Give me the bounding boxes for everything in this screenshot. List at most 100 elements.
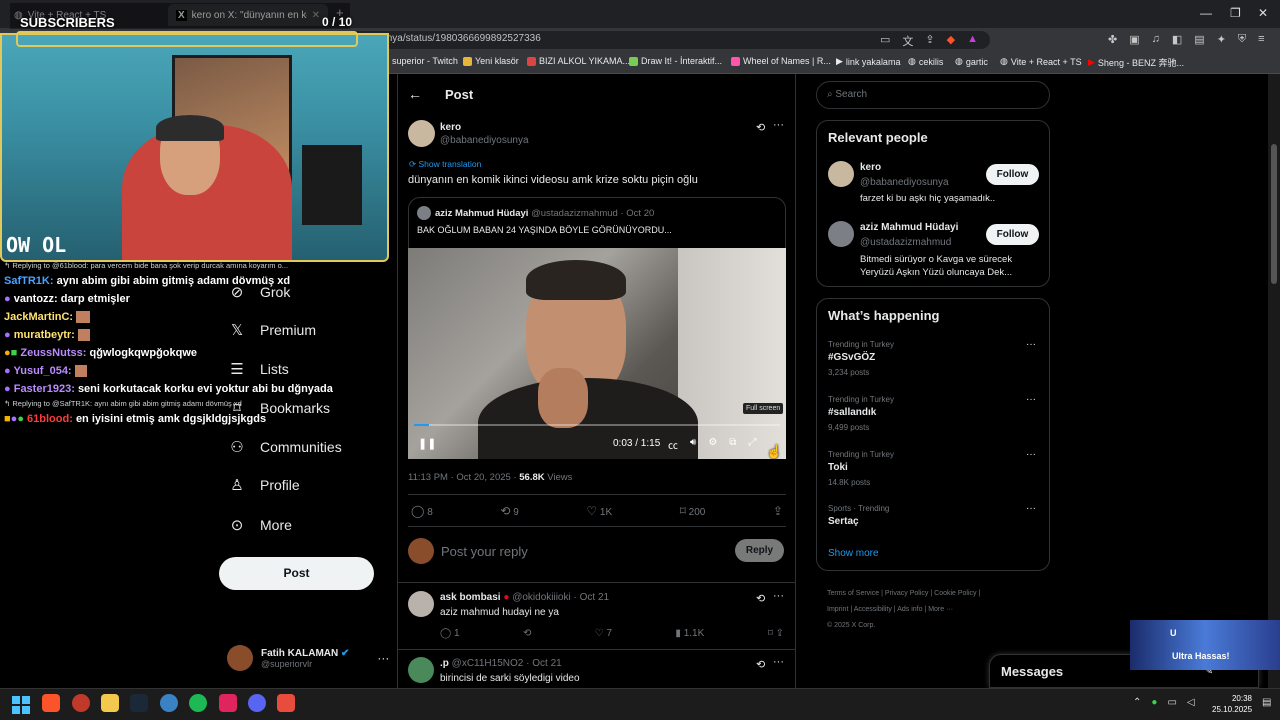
trend-more-icon[interactable]: ···	[1026, 503, 1036, 514]
discord-icon[interactable]	[248, 694, 266, 712]
maximize-icon[interactable]: ❐	[1230, 6, 1241, 20]
trend-item[interactable]: Sports · Trending Sertaç	[828, 504, 889, 527]
maps-pin-icon[interactable]	[72, 694, 90, 712]
brave-icon[interactable]	[42, 694, 60, 712]
minimize-icon[interactable]: —	[1200, 6, 1212, 20]
footer-link[interactable]: Terms of Service	[827, 590, 879, 597]
share-icon[interactable]: ⇪	[776, 628, 784, 639]
page-scrollbar[interactable]	[1268, 74, 1280, 688]
app-icon[interactable]	[219, 694, 237, 712]
bookmark-item[interactable]: superior - Twitch	[392, 56, 458, 66]
reply-more-icon[interactable]: ···	[773, 656, 784, 668]
person-name[interactable]: kero	[860, 162, 881, 173]
post-more-icon[interactable]: ···	[773, 119, 784, 131]
leo-icon[interactable]: ✦	[1217, 33, 1226, 46]
bookmark-item[interactable]: ◍ gartic	[955, 56, 988, 67]
translate-icon[interactable]: 文	[902, 33, 913, 49]
footer-link[interactable]: More ···	[928, 606, 953, 613]
spotify-icon[interactable]	[189, 694, 207, 712]
follow-button[interactable]: Follow	[986, 164, 1039, 185]
reply-author-name[interactable]: .p	[440, 658, 449, 669]
sidebar-icon[interactable]: ◧	[1172, 33, 1182, 46]
bookmark-icon[interactable]: ⌑ ⇪	[768, 628, 784, 639]
brave-rewards-icon[interactable]: ▲	[967, 33, 978, 49]
brave-shield-icon[interactable]: ◆	[947, 33, 955, 49]
chevron-up-icon[interactable]: ⌃	[1133, 697, 1141, 708]
bookmark-item[interactable]: Draw It! - İnteraktif...	[629, 56, 722, 66]
person-handle[interactable]: @babanediyosunya	[860, 177, 949, 188]
grok-explain-icon[interactable]: ⟲	[756, 121, 765, 134]
reply-more-icon[interactable]: ···	[773, 590, 784, 602]
nav-item-more[interactable]: ⊙ More	[228, 516, 292, 534]
repost-action[interactable]: ⟲	[523, 628, 531, 639]
picture-in-picture-icon[interactable]: ⧉	[729, 437, 736, 452]
tab-search-icon[interactable]: ▣	[1129, 33, 1139, 46]
follow-button[interactable]: Follow	[986, 224, 1039, 245]
pause-icon[interactable]: ❚❚	[418, 437, 436, 450]
author-handle[interactable]: @babanediyosunya	[440, 135, 529, 146]
author-name[interactable]: kero	[440, 122, 461, 133]
bookmark-item[interactable]: ▶ Sheng - BENZ 奔驰...	[1088, 56, 1184, 69]
avatar[interactable]	[828, 221, 854, 247]
volume-icon[interactable]: 🔊︎	[690, 437, 696, 452]
more-options-icon[interactable]: ···	[377, 651, 389, 665]
back-arrow-icon[interactable]: ←	[408, 86, 422, 102]
avatar[interactable]	[408, 591, 434, 617]
share-icon[interactable]: ⇪	[773, 504, 783, 518]
nav-item-communities[interactable]: ⚇ Communities	[228, 438, 341, 456]
settings-gear-icon[interactable]: ⚙	[708, 437, 717, 452]
fullscreen-icon[interactable]: ⤢	[748, 437, 756, 452]
trend-item[interactable]: Trending in Turkey #GSvGÖZ 3,234 posts	[828, 340, 894, 377]
grok-explain-icon[interactable]: ⟲	[756, 658, 765, 671]
trend-more-icon[interactable]: ···	[1026, 449, 1036, 460]
nav-item-profile[interactable]: ♙ Profile	[228, 476, 299, 494]
app-icon[interactable]	[160, 694, 178, 712]
like-action[interactable]: ♡ 7	[595, 628, 612, 639]
avatar[interactable]	[408, 120, 435, 147]
steam-icon[interactable]	[130, 694, 148, 712]
account-switcher[interactable]: Fatih KALAMAN ✔ @superiorvlr ···	[227, 645, 389, 671]
share-icon[interactable]: ⇪	[925, 33, 934, 49]
trend-item[interactable]: Trending in Turkey Toki 14.8K posts	[828, 450, 894, 487]
like-action[interactable]: ♡ 1K	[586, 504, 612, 518]
reply-author-handle[interactable]: @okidokiiioki	[512, 592, 571, 603]
network-icon[interactable]: ▭	[1167, 697, 1176, 708]
video-progress-track[interactable]	[414, 424, 780, 426]
person-name[interactable]: aziz Mahmud Hüdayi	[860, 222, 958, 233]
person-handle[interactable]: @ustadazizmahmud	[860, 237, 951, 248]
app-icon[interactable]	[277, 694, 295, 712]
clock[interactable]: 20:38 25.10.2025	[1212, 693, 1252, 715]
bookmark-item[interactable]: ▶ link yakalama	[836, 56, 900, 67]
windows-start-icon[interactable]	[12, 696, 30, 714]
repost-action[interactable]: ⟲ 9	[500, 504, 518, 518]
notification-icon[interactable]: ▤	[1262, 697, 1271, 708]
show-more-link[interactable]: Show more	[828, 548, 879, 559]
show-translation-link[interactable]: ⟳ Show translation	[409, 159, 481, 170]
footer-link[interactable]: Ads info	[897, 606, 922, 613]
reply-input[interactable]: Post your reply	[441, 544, 528, 559]
grok-explain-icon[interactable]: ⟲	[756, 592, 765, 605]
bookmark-item[interactable]: ◍ Vite + React + TS	[1000, 56, 1082, 67]
captions-icon[interactable]: ㏄	[668, 437, 678, 452]
music-icon[interactable]: ♫	[1152, 33, 1160, 46]
microphone-icon[interactable]: ●	[1151, 697, 1157, 708]
reply-action[interactable]: ◯ 1	[440, 628, 460, 639]
reply-button[interactable]: Reply	[735, 539, 784, 562]
reply-action[interactable]: ◯ 8	[411, 504, 433, 518]
trend-more-icon[interactable]: ···	[1026, 339, 1036, 350]
search-input[interactable]: ⌕ Search	[816, 81, 1050, 109]
views-action[interactable]: ▮ 1.1K	[675, 628, 704, 639]
volume-icon[interactable]: ◁	[1187, 697, 1195, 708]
avatar[interactable]	[408, 657, 434, 683]
reply-author-handle[interactable]: @xC11H15NO2	[452, 658, 524, 669]
bookmark-item[interactable]: ◍ cekilis	[908, 56, 943, 67]
footer-link[interactable]: Accessibility	[854, 606, 892, 613]
screen-cast-icon[interactable]: ▭	[880, 33, 890, 49]
bookmark-item[interactable]: Wheel of Names | R...	[731, 56, 831, 66]
footer-link[interactable]: Cookie Policy	[934, 590, 976, 597]
menu-icon[interactable]: ≡	[1258, 33, 1264, 46]
bookmark-item[interactable]: Yeni klasör	[463, 56, 519, 66]
post-button[interactable]: Post	[219, 557, 374, 590]
wallet-icon[interactable]: ▤	[1194, 33, 1204, 46]
bookmark-item[interactable]: BIZI ALKOL YIKAMA...	[527, 56, 630, 66]
